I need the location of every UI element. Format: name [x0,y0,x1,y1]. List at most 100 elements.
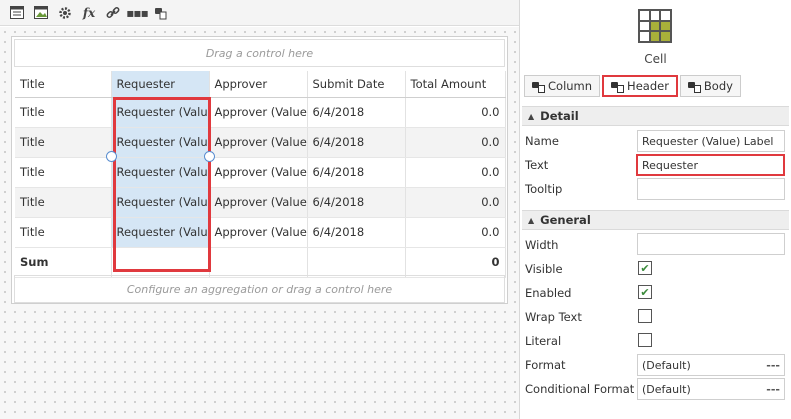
header-cell-total-amount[interactable]: Total Amount [405,71,506,98]
cell-approver[interactable]: Approver (Value) Label [209,217,308,248]
conditional-format-field[interactable]: (Default) --- [637,378,785,400]
tab-header-label: Header [627,79,669,93]
enabled-checkbox[interactable]: ✔ [638,285,652,299]
cell-requester[interactable]: Requester (Value) Label [111,157,210,188]
header-cell-approver[interactable]: Approver [209,71,308,98]
sum-row: Sum 0 [15,247,506,278]
cell-requester[interactable]: Requester (Value) Label [111,97,210,128]
sum-cell-approver[interactable] [209,247,308,278]
cell-submit-date[interactable]: 6/4/2018 [307,97,406,128]
conditional-format-value: (Default) [642,382,691,396]
tab-header[interactable]: Header [602,75,678,97]
cell-total-amount[interactable]: 0.0 [405,97,506,128]
text-label: Text [525,158,549,172]
width-label: Width [525,238,559,252]
cell-title[interactable]: Title [15,187,112,218]
sum-label[interactable]: Sum [15,247,112,278]
fx-icon[interactable]: fx [78,3,100,23]
gear-icon[interactable] [54,3,76,23]
detail-heading: Detail [540,109,579,123]
header-row: Title Requester Approver Submit Date Tot… [15,71,506,98]
sum-cell-requester[interactable] [111,247,210,278]
table-row: Title Requester (Value) Label Approver (… [15,127,506,158]
property-panel: Cell Column Header Body ▲ Detail Name Re… [520,0,791,419]
body-tab-icon [687,81,701,93]
cell-approver[interactable]: Approver (Value) Label [209,97,308,128]
design-canvas[interactable]: Drag a control here Title Requester Appr… [0,27,519,419]
width-field[interactable] [637,233,785,255]
cell-requester[interactable]: Requester (Value) Label [111,187,210,218]
tab-body[interactable]: Body [679,75,741,97]
list-view-control[interactable]: Drag a control here Title Requester Appr… [11,36,508,304]
link-icon[interactable] [102,3,124,23]
sum-cell-submit-date[interactable] [307,247,406,278]
enabled-label: Enabled [525,286,572,300]
cell-submit-date[interactable]: 6/4/2018 [307,187,406,218]
format-field[interactable]: (Default) --- [637,354,785,376]
table-row: Title Requester (Value) Label Approver (… [15,97,506,128]
sum-cell-total-amount[interactable]: 0 [405,247,506,278]
visible-label: Visible [525,262,563,276]
collapse-caret-icon: ▲ [528,111,535,121]
cell-total-amount[interactable]: 0.0 [405,217,506,248]
literal-label: Literal [525,334,562,348]
cell-total-amount[interactable]: 0.0 [405,157,506,188]
table-row: Title Requester (Value) Label Approver (… [15,187,506,218]
designer-toolbar: fx ▪▪▪ [0,0,519,26]
image-edit-icon[interactable] [30,3,52,23]
general-section-header[interactable]: ▲ General [522,210,789,230]
collapse-caret-icon: ▲ [528,215,535,225]
text-field[interactable]: Requester [636,154,785,176]
tab-body-label: Body [703,79,733,93]
conditional-format-ellipsis-button[interactable]: --- [766,383,780,396]
cell-submit-date[interactable]: 6/4/2018 [307,217,406,248]
literal-checkbox[interactable] [638,333,652,347]
wrap-text-checkbox[interactable] [638,309,652,323]
header-cell-title[interactable]: Title [15,71,112,98]
cell-title[interactable]: Title [15,127,112,158]
top-drop-zone[interactable]: Drag a control here [14,39,505,67]
cell-approver[interactable]: Approver (Value) Label [209,127,308,158]
format-label: Format [525,358,566,372]
name-field[interactable]: Requester (Value) Label [637,130,785,152]
format-ellipsis-button[interactable]: --- [766,359,780,372]
header-cell-requester[interactable]: Requester [111,71,210,98]
cell-requester[interactable]: Requester (Value) Label [111,127,210,158]
cell-requester[interactable]: Requester (Value) Label [111,217,210,248]
cell-approver[interactable]: Approver (Value) Label [209,187,308,218]
visible-checkbox[interactable]: ✔ [638,261,652,275]
hat-icon[interactable] [150,3,172,23]
column-tab-icon [532,81,545,93]
general-heading: General [540,213,591,227]
resize-handle-left[interactable] [106,151,117,162]
table-row: Title Requester (Value) Label Approver (… [15,157,506,188]
form-icon[interactable] [6,3,28,23]
name-label: Name [525,134,559,148]
cell-grid-icon [638,9,672,43]
tooltip-field[interactable] [637,178,785,200]
property-tabs: Column Header Body [524,75,741,97]
table-row: Title Requester (Value) Label Approver (… [15,217,506,248]
tab-column-label: Column [548,79,593,93]
cell-title[interactable]: Title [15,157,112,188]
wrap-text-label: Wrap Text [525,310,582,324]
bottom-drop-zone[interactable]: Configure an aggregation or drag a contr… [14,275,505,303]
tab-column[interactable]: Column [524,75,601,97]
detail-section-header[interactable]: ▲ Detail [522,106,789,126]
header-tab-icon [611,81,625,93]
cell-approver[interactable]: Approver (Value) Label [209,157,308,188]
resize-handle-right[interactable] [204,151,215,162]
cell-title[interactable]: Title [15,217,112,248]
cell-submit-date[interactable]: 6/4/2018 [307,157,406,188]
more-icon[interactable]: ▪▪▪ [126,3,148,23]
cell-total-amount[interactable]: 0.0 [405,127,506,158]
cell-title[interactable]: Title [15,97,112,128]
panel-title: Cell [644,52,667,66]
list-table: Title Requester Approver Submit Date Tot… [15,71,506,278]
header-cell-submit-date[interactable]: Submit Date [307,71,406,98]
conditional-format-label: Conditional Format [525,382,635,396]
cell-total-amount[interactable]: 0.0 [405,187,506,218]
cell-submit-date[interactable]: 6/4/2018 [307,127,406,158]
tooltip-label: Tooltip [525,182,563,196]
format-value: (Default) [642,358,691,372]
